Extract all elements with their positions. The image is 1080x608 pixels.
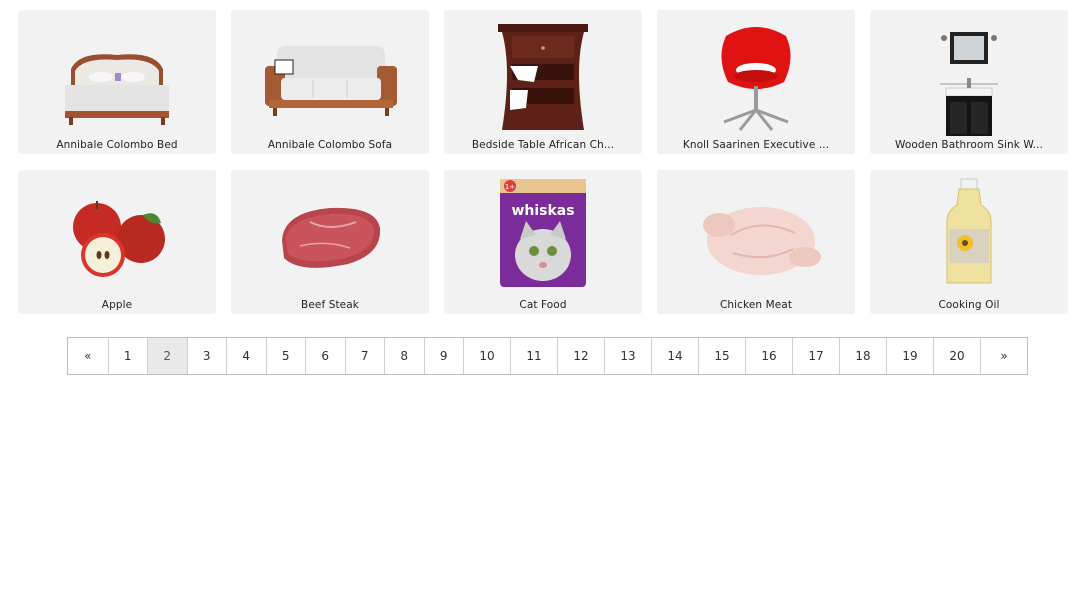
product-image	[18, 176, 216, 298]
pagination: « 1 2 3 4 5 6 7 8 9 10 11 12 13 14 15 16…	[67, 337, 1028, 375]
page-9-button[interactable]: 9	[423, 338, 464, 374]
product-card[interactable]: Wooden Bathroom Sink W...	[870, 10, 1068, 154]
page-19-button[interactable]: 19	[886, 338, 933, 374]
page-6-button[interactable]: 6	[305, 338, 345, 374]
brand-logo: whiskas	[511, 203, 574, 219]
office-chair-icon	[721, 27, 791, 131]
cat-food-pouch-icon: 1+ whiskas	[500, 179, 586, 287]
page-7-button[interactable]: 7	[344, 338, 385, 374]
product-image	[231, 176, 429, 298]
bedside-table-icon	[498, 24, 588, 130]
product-card[interactable]: Cooking Oil	[870, 170, 1068, 314]
sofa-icon	[265, 46, 397, 116]
prev-page-button[interactable]: «	[68, 338, 108, 374]
page-5-button[interactable]: 5	[265, 338, 306, 374]
product-name: Knoll Saarinen Executive ...	[682, 139, 830, 151]
page-1-button[interactable]: 1	[107, 338, 148, 374]
product-image	[18, 16, 216, 138]
product-card[interactable]: Chicken Meat	[657, 170, 855, 314]
product-image	[231, 16, 429, 138]
page-17-button[interactable]: 17	[792, 338, 839, 374]
product-card[interactable]: Bedside Table African Ch...	[444, 10, 642, 154]
page-3-button[interactable]: 3	[186, 338, 227, 374]
next-page-button[interactable]: »	[980, 338, 1027, 374]
product-name: Chicken Meat	[719, 299, 793, 311]
page-2-button[interactable]: 2	[147, 338, 187, 374]
apple-icon	[73, 201, 165, 277]
product-name: Wooden Bathroom Sink W...	[895, 139, 1043, 151]
product-name: Apple	[101, 299, 133, 311]
product-card[interactable]: Annibale Colombo Bed	[18, 10, 216, 154]
product-name: Annibale Colombo Bed	[56, 139, 178, 151]
page-12-button[interactable]: 12	[557, 338, 604, 374]
product-image	[870, 170, 1068, 296]
page-18-button[interactable]: 18	[839, 338, 886, 374]
raw-chicken-icon	[703, 207, 821, 275]
product-image	[657, 176, 855, 298]
page-11-button[interactable]: 11	[510, 338, 557, 374]
product-card[interactable]: Knoll Saarinen Executive ...	[657, 10, 855, 154]
product-card[interactable]: 1+ whiskas Cat Food	[444, 170, 642, 314]
product-name: Annibale Colombo Sofa	[267, 139, 393, 151]
page-15-button[interactable]: 15	[698, 338, 745, 374]
page-8-button[interactable]: 8	[384, 338, 424, 374]
page-14-button[interactable]: 14	[651, 338, 698, 374]
product-name: Cooking Oil	[938, 299, 1000, 311]
page-10-button[interactable]: 10	[463, 338, 510, 374]
bed-icon	[65, 54, 169, 125]
page-4-button[interactable]: 4	[226, 338, 266, 374]
product-name: Beef Steak	[301, 299, 359, 311]
product-name: Cat Food	[519, 299, 567, 311]
page-13-button[interactable]: 13	[604, 338, 651, 374]
bathroom-sink-icon	[940, 32, 998, 136]
page-20-button[interactable]: 20	[933, 338, 980, 374]
product-image	[444, 10, 642, 144]
oil-bottle-icon	[946, 178, 992, 284]
product-image	[870, 10, 1068, 144]
product-card[interactable]: Apple	[18, 170, 216, 314]
product-image	[657, 10, 855, 144]
product-card[interactable]: Annibale Colombo Sofa	[231, 10, 429, 154]
product-name: Bedside Table African Ch...	[471, 139, 615, 151]
age-badge: 1+	[505, 183, 515, 191]
steak-icon	[282, 207, 381, 268]
product-image: 1+ whiskas	[444, 170, 642, 296]
product-card[interactable]: Beef Steak	[231, 170, 429, 314]
page-16-button[interactable]: 16	[745, 338, 792, 374]
